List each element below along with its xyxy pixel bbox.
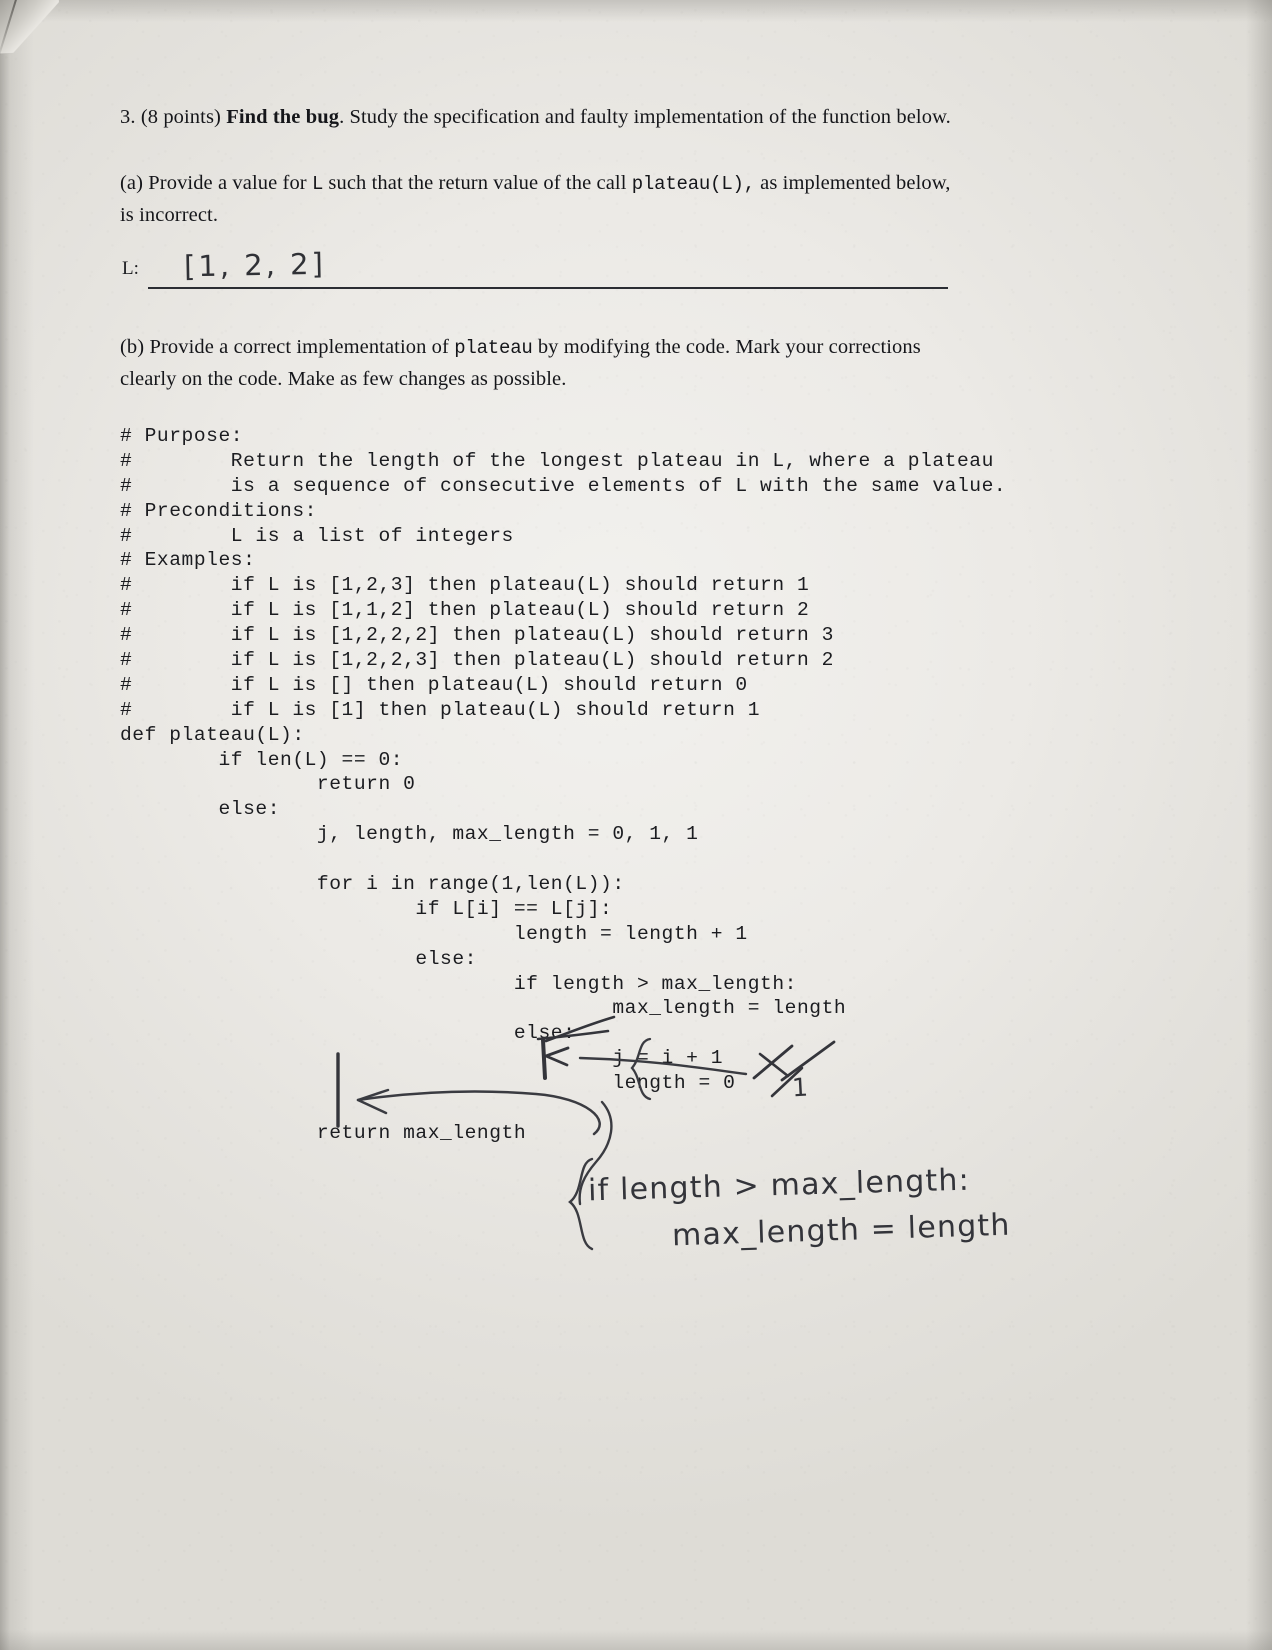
corner-fold	[0, 0, 62, 65]
code-line: def plateau(L):	[120, 723, 305, 746]
part-a-text-after: as implemented below,	[754, 172, 951, 194]
part-b-prompt: (b) Provide a correct implementation of …	[120, 332, 1080, 395]
question-points: (8 points)	[140, 106, 221, 128]
code-line: # is a sequence of consecutive elements …	[120, 474, 1007, 497]
code-line: # if L is [1,2,3] then plateau(L) should…	[120, 574, 810, 597]
part-b-label: (b)	[120, 336, 145, 358]
answer-field-label: L:	[122, 258, 139, 279]
code-line: # L is a list of integers	[120, 524, 514, 547]
code-line: # if L is [] then plateau(L) should retu…	[120, 673, 748, 696]
exam-page: 3. (8 points) Find the bug. Study the sp…	[0, 0, 1272, 1650]
code-line: # Purpose:	[120, 425, 244, 447]
part-a-prompt: (a) Provide a value for L such that the …	[120, 168, 1120, 231]
part-a-mono-call: plateau(L),	[631, 173, 755, 195]
part-a-mono-L: L	[311, 173, 324, 195]
code-line: j = i + 1	[120, 1047, 724, 1070]
question-heading: 3. (8 points) Find the bug. Study the sp…	[120, 102, 1130, 133]
code-line: length = length + 1	[120, 922, 748, 945]
code-listing: # Purpose: # Return the length of the lon…	[120, 424, 1006, 1146]
part-b-line2: clearly on the code. Make as few changes…	[120, 368, 567, 390]
part-a-text-before: Provide a value for	[143, 172, 312, 194]
code-line: # if L is [1,1,2] then plateau(L) should…	[120, 599, 810, 622]
part-a-line2: is incorrect.	[120, 204, 219, 226]
code-line: # Return the length of the longest plate…	[120, 449, 994, 472]
question-intro: . Study the specification and faulty imp…	[339, 106, 951, 128]
code-line: else:	[120, 798, 281, 821]
code-line: return max_length	[120, 1121, 527, 1144]
code-line: if length > max_length:	[120, 972, 797, 995]
code-line: for i in range(1,len(L)):	[120, 873, 625, 896]
code-line: # Examples:	[120, 549, 256, 572]
part-a-text-mid: such that the return value of the call	[323, 172, 632, 194]
code-line: if len(L) == 0:	[120, 748, 404, 771]
part-b-text-before: Provide a correct implementation of	[144, 336, 455, 358]
code-line: else:	[120, 1022, 576, 1045]
code-line: if L[i] == L[j]:	[120, 897, 613, 920]
part-a-label: (a)	[120, 172, 144, 194]
code-line: length = 0	[120, 1072, 736, 1095]
answer-underline-rule	[148, 287, 948, 289]
question-title: Find the bug	[226, 106, 340, 128]
code-line: # if L is [1] then plateau(L) should ret…	[120, 698, 761, 721]
code-line: max_length = length	[120, 997, 847, 1020]
handwritten-answer-value: [1, 2, 2]	[183, 246, 327, 284]
code-line: # if L is [1,2,2,2] then plateau(L) shou…	[120, 624, 834, 647]
code-line: # Preconditions:	[120, 499, 317, 522]
question-number: 3.	[120, 106, 136, 128]
code-line: return 0	[120, 773, 416, 796]
code-line: else:	[120, 947, 477, 970]
part-b-text-after: by modifying the code. Mark your correct…	[532, 336, 921, 358]
part-b-mono-plateau: plateau	[454, 337, 533, 359]
code-line: # if L is [1,2,2,3] then plateau(L) shou…	[120, 649, 834, 672]
code-line: j, length, max_length = 0, 1, 1	[120, 823, 699, 846]
